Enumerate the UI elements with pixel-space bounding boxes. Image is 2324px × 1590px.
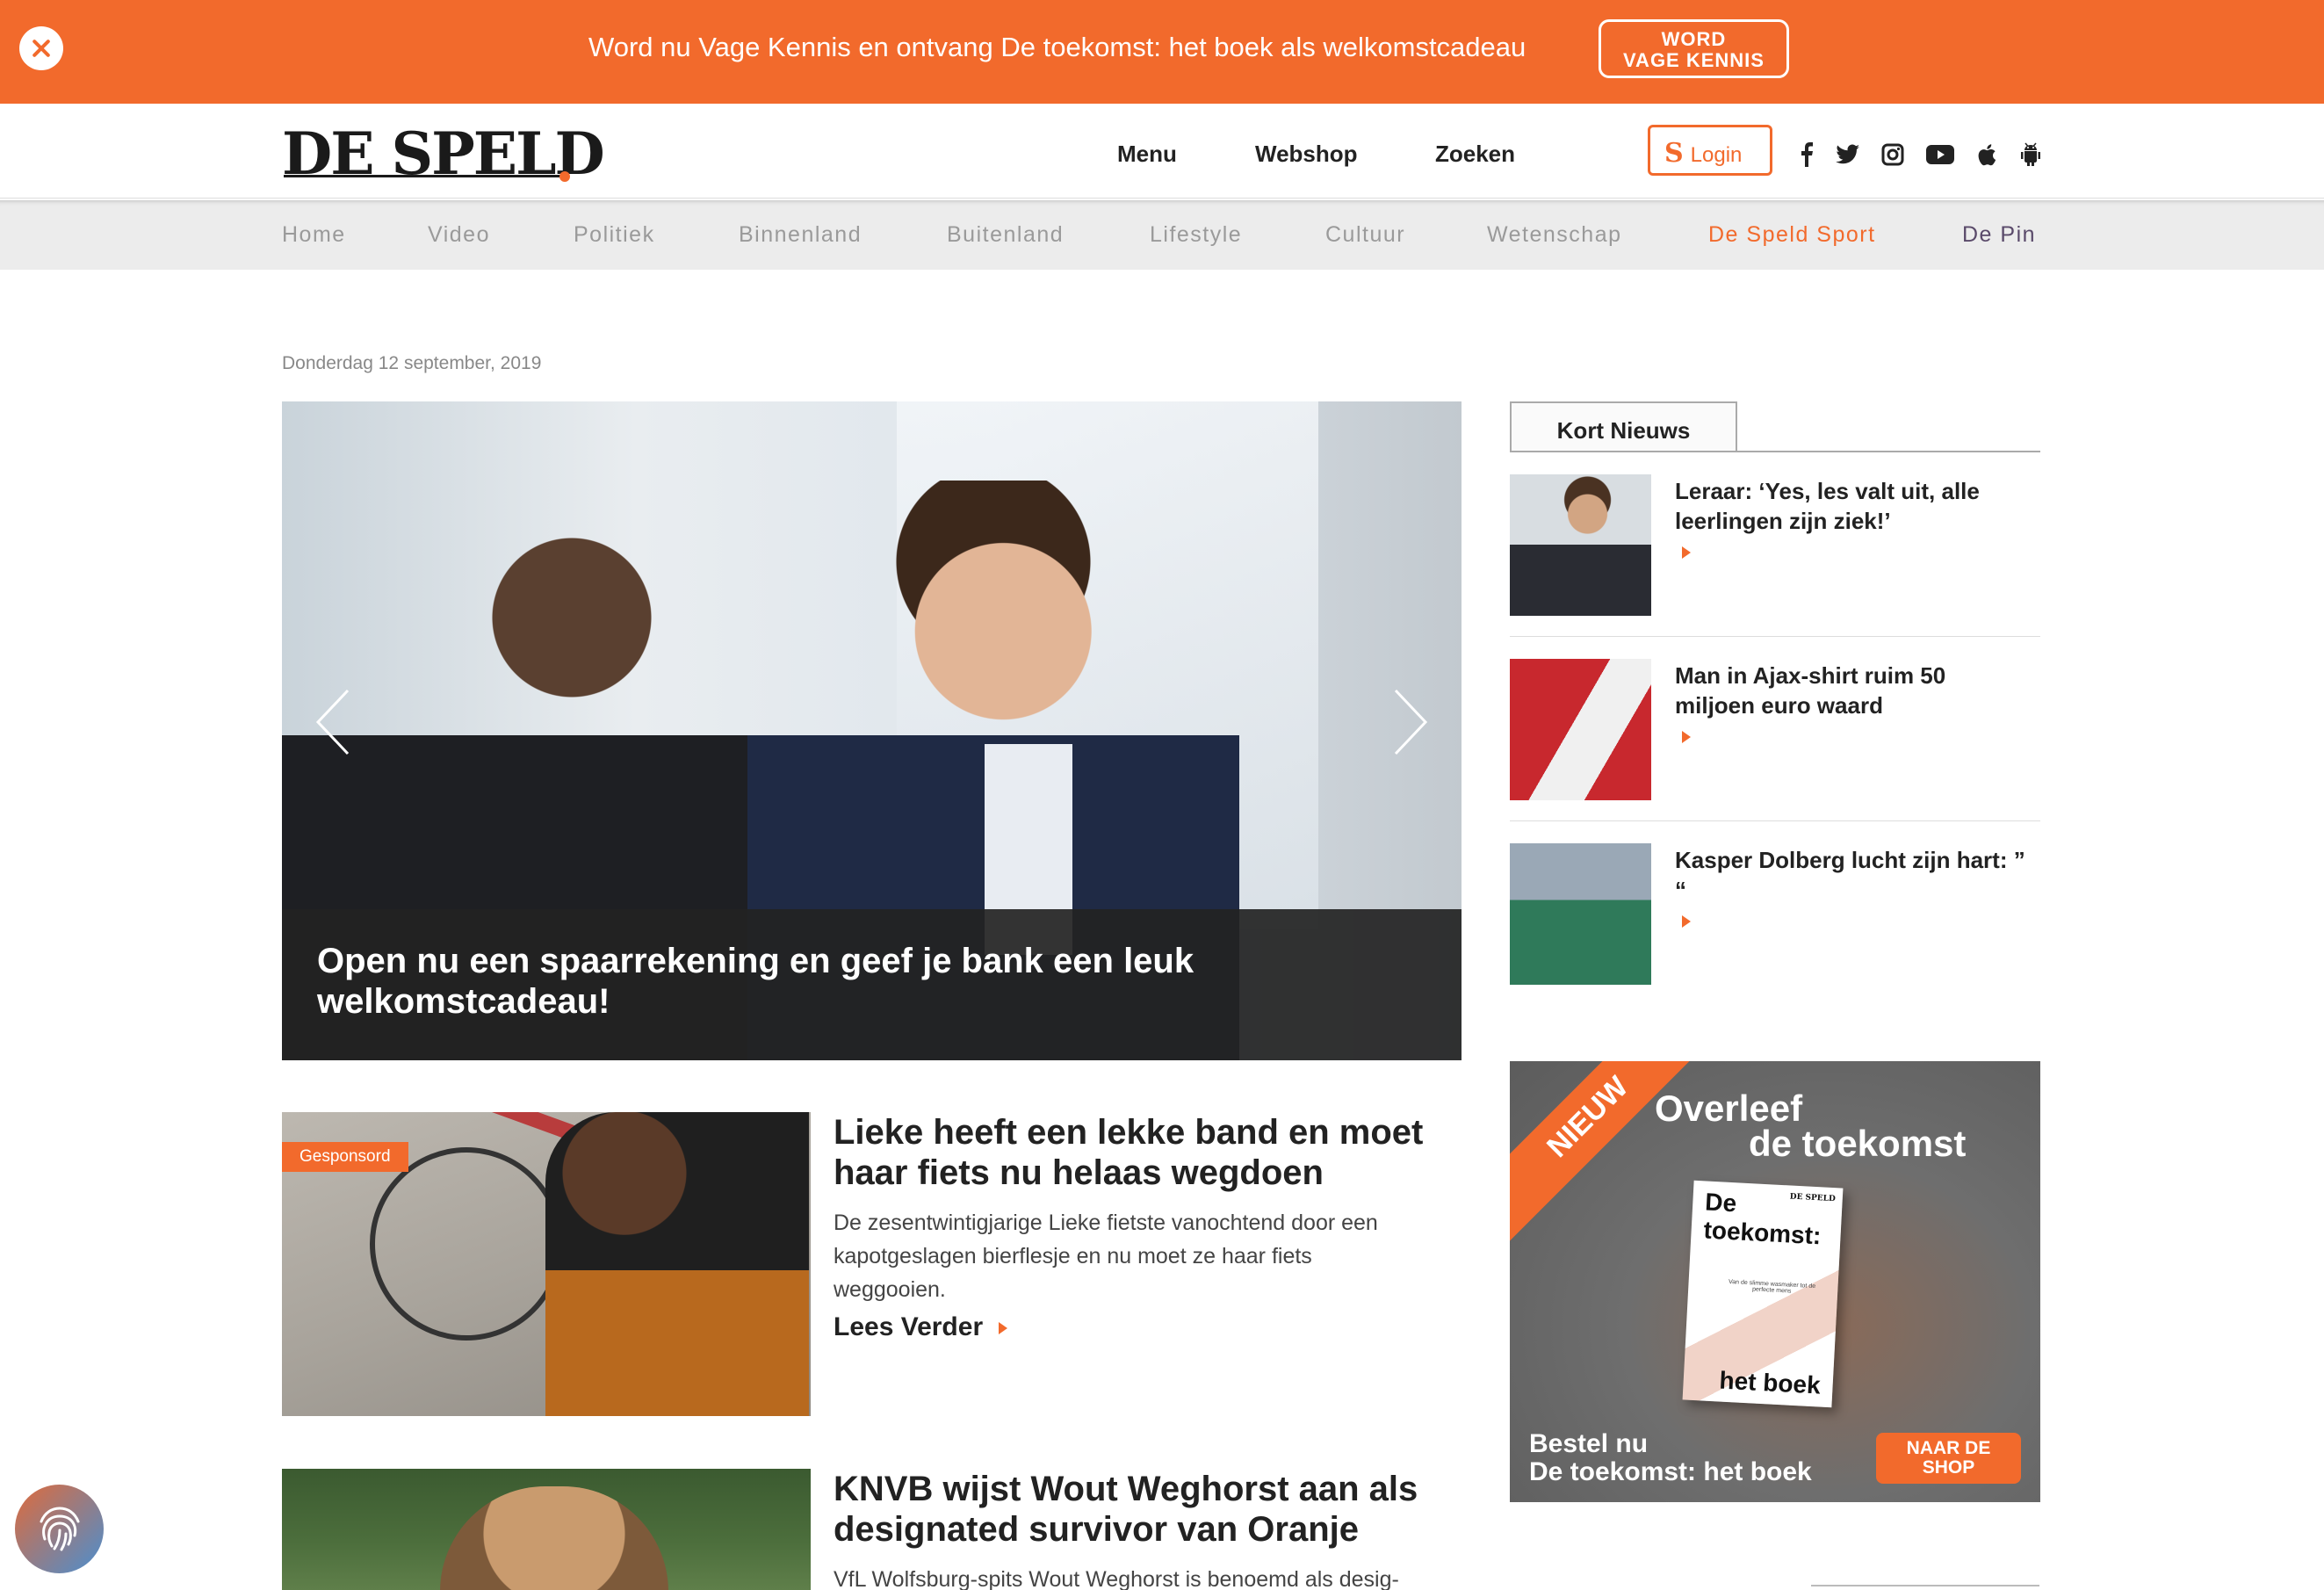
short-news-title-line1: Man in Ajax-shirt ruim 50	[1675, 662, 1946, 689]
category-video[interactable]: Video	[428, 222, 490, 248]
article-excerpt-line2: kapotgeslagen bierflesje en nu moet ze h…	[834, 1244, 1312, 1268]
short-news-title-line2: “	[1675, 877, 1686, 903]
facebook-icon[interactable]	[1801, 142, 1813, 167]
fingerprint-button[interactable]	[15, 1485, 104, 1573]
short-news-title: Kasper Dolberg lucht zijn hart: ” “	[1675, 845, 2035, 905]
site-header: DE SPELD Menu Webshop Zoeken S Login	[0, 104, 2324, 199]
article-excerpt-line1: De zesentwintigjarige Lieke fietste vano…	[834, 1211, 1378, 1235]
tab-divider	[1510, 451, 2040, 452]
person	[440, 1486, 668, 1590]
divider	[1510, 636, 2040, 637]
category-wetenschap[interactable]: Wetenschap	[1487, 222, 1622, 248]
article-image[interactable]: Gesponsord	[282, 1112, 811, 1416]
category-de-pin[interactable]: De Pin	[1962, 222, 2036, 248]
short-news-thumbnail	[1510, 659, 1651, 800]
chevron-right-icon[interactable]	[1387, 687, 1431, 757]
ad-headline-line2: de toekomst	[1749, 1123, 1967, 1164]
category-lifestyle[interactable]: Lifestyle	[1150, 222, 1242, 248]
triangle-right-icon	[1682, 546, 1691, 559]
logo-dot	[559, 171, 570, 182]
ad-footer-line1: Bestel nu	[1529, 1429, 1649, 1458]
hero-title-line2: welkomstcadeau!	[317, 982, 610, 1021]
category-buitenland[interactable]: Buitenland	[947, 222, 1064, 248]
hero-slider[interactable]: Open nu een spaarrekening en geef je ban…	[282, 401, 1462, 1060]
login-button[interactable]: S Login	[1648, 125, 1772, 176]
short-news-title: Man in Ajax-shirt ruim 50 miljoen euro w…	[1675, 661, 2035, 720]
shop-button[interactable]: NAAR DE SHOP	[1876, 1433, 2021, 1484]
read-more-link[interactable]: Lees Verder	[834, 1312, 1008, 1342]
article-title[interactable]: Lieke heeft een lekke band en moet haar …	[834, 1112, 1462, 1193]
divider	[1811, 1585, 2039, 1586]
short-news-item[interactable]: Leraar: ‘Yes, les valt uit, alle leerlin…	[1510, 474, 2040, 616]
shop-button-line2: SHOP	[1922, 1457, 1975, 1478]
book-subtitle: Van de slimme wasmaker tot de perfecte m…	[1728, 1278, 1816, 1295]
category-cultuur[interactable]: Cultuur	[1325, 222, 1405, 248]
button-label-line1: WORD	[1661, 28, 1727, 50]
short-news-title-line1: Leraar: ‘Yes, les valt uit, alle	[1675, 478, 1980, 504]
article-title-line2: designated survivor van Oranje	[834, 1510, 1359, 1549]
category-de-speld-sport[interactable]: De Speld Sport	[1708, 222, 1876, 248]
hero-title-line1: Open nu een spaarrekening en geef je ban…	[317, 942, 1194, 980]
triangle-right-icon	[1682, 915, 1691, 928]
category-nav: Home Video Politiek Binnenland Buitenlan…	[0, 200, 2324, 270]
person	[545, 1112, 809, 1416]
logo[interactable]: DE SPELD	[282, 119, 605, 188]
apple-icon[interactable]	[1977, 142, 1996, 167]
category-politiek[interactable]: Politiek	[574, 222, 655, 248]
logo-underline	[284, 175, 565, 177]
book-advertisement[interactable]: NIEUW Overleef de toekomst DE SPELD De t…	[1510, 1061, 2040, 1502]
twitter-icon[interactable]	[1834, 142, 1860, 167]
hero-caption: Open nu een spaarrekening en geef je ban…	[282, 909, 1462, 1060]
speld-s-icon: S	[1664, 138, 1684, 169]
article-title-line2: haar fiets nu helaas wegdoen	[834, 1153, 1324, 1192]
article-image[interactable]	[282, 1469, 811, 1590]
book-cover: DE SPELD De toekomst: Van de slimme wasm…	[1682, 1180, 1844, 1408]
login-label: Login	[1690, 143, 1743, 167]
ad-footer: Bestel nu De toekomst: het boek	[1529, 1430, 1812, 1486]
article-title-line1: KNVB wijst Wout Weghorst aan als	[834, 1470, 1418, 1508]
read-more-label: Lees Verder	[834, 1312, 984, 1341]
become-member-button[interactable]: WORD VAGE KENNIS	[1599, 19, 1789, 78]
ad-footer-line2: De toekomst: het boek	[1529, 1457, 1812, 1486]
bike-wheel	[370, 1147, 563, 1341]
book-title-top: De toekomst:	[1702, 1188, 1822, 1250]
article-title[interactable]: KNVB wijst Wout Weghorst aan als designa…	[834, 1469, 1462, 1550]
short-news-title-line2: miljoen euro waard	[1675, 692, 1883, 719]
article-excerpt-line3: weggooien.	[834, 1277, 946, 1302]
sponsored-badge: Gesponsord	[282, 1142, 408, 1172]
tab-kort-nieuws[interactable]: Kort Nieuws	[1510, 401, 1737, 452]
youtube-icon[interactable]	[1926, 142, 1954, 167]
category-binnenland[interactable]: Binnenland	[739, 222, 862, 248]
button-label-line2: VAGE KENNIS	[1623, 49, 1765, 71]
article-excerpt-line1: VfL Wolfsburg-spits Wout Weghorst is ben…	[834, 1567, 1399, 1590]
article-excerpt: De zesentwintigjarige Lieke fietste vano…	[834, 1206, 1462, 1306]
article-excerpt: VfL Wolfsburg-spits Wout Weghorst is ben…	[834, 1563, 1462, 1590]
shop-button-line1: NAAR DE	[1906, 1438, 1991, 1458]
short-news-title-line2: leerlingen zijn ziek!’	[1675, 508, 1891, 534]
article-title-line1: Lieke heeft een lekke band en moet	[834, 1113, 1424, 1152]
fingerprint-icon	[40, 1507, 80, 1551]
instagram-icon[interactable]	[1881, 142, 1904, 167]
current-date: Donderdag 12 september, 2019	[282, 353, 542, 373]
chevron-left-icon[interactable]	[313, 687, 357, 757]
nav-menu[interactable]: Menu	[1117, 141, 1177, 168]
triangle-right-icon	[999, 1322, 1008, 1335]
close-icon[interactable]	[19, 26, 63, 70]
hero-title[interactable]: Open nu een spaarrekening en geef je ban…	[317, 941, 1371, 1022]
promo-text: Word nu Vage Kennis en ontvang De toekom…	[588, 32, 1526, 62]
short-news-title-line1: Kasper Dolberg lucht zijn hart: ”	[1675, 847, 2025, 873]
category-home[interactable]: Home	[282, 222, 346, 248]
book-title-bottom: het boek	[1718, 1366, 1822, 1399]
short-news-title: Leraar: ‘Yes, les valt uit, alle leerlin…	[1675, 476, 2035, 536]
triangle-right-icon	[1682, 731, 1691, 743]
short-news-item[interactable]: Man in Ajax-shirt ruim 50 miljoen euro w…	[1510, 659, 2040, 800]
divider	[1510, 820, 2040, 821]
short-news-item[interactable]: Kasper Dolberg lucht zijn hart: ” “	[1510, 843, 2040, 985]
short-news-thumbnail	[1510, 474, 1651, 616]
short-news-thumbnail	[1510, 843, 1651, 985]
android-icon[interactable]	[2020, 142, 2041, 167]
promo-banner: Word nu Vage Kennis en ontvang De toekom…	[0, 0, 2324, 104]
nav-webshop[interactable]: Webshop	[1255, 141, 1358, 168]
nav-search[interactable]: Zoeken	[1435, 141, 1515, 168]
